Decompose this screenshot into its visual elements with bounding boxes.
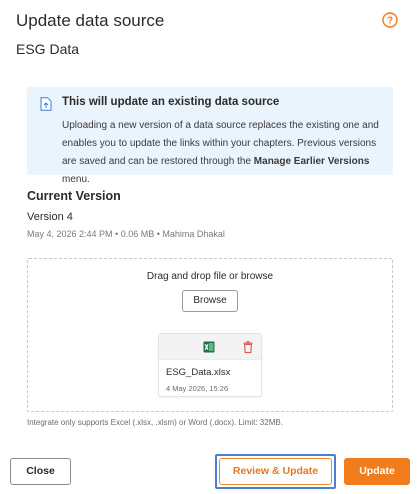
current-version-heading: Current Version (27, 189, 121, 203)
dialog-title: Update data source (16, 11, 165, 30)
delete-icon[interactable] (243, 341, 253, 353)
dialog-subtitle: ESG Data (16, 41, 80, 57)
help-icon[interactable]: ? (382, 12, 398, 28)
file-card: ESG_Data.xlsx 4 May 2026, 15:26 (158, 333, 262, 397)
svg-text:?: ? (387, 16, 393, 27)
version-meta: May 4, 2026 2:44 PM • 0.06 MB • Mahima D… (27, 229, 225, 239)
manage-earlier-versions-label: Manage Earlier Versions (253, 156, 370, 167)
supported-formats-note: Integrate only supports Excel (.xlsx, .x… (27, 418, 283, 427)
dialog-header: Update data source ESG Data (16, 10, 403, 58)
file-name: ESG_Data.xlsx (166, 367, 231, 378)
file-upload-icon (40, 97, 52, 111)
info-text: Uploading a new version of a data source… (62, 117, 390, 189)
file-date: 4 May 2026, 15:26 (166, 384, 229, 393)
review-update-button[interactable]: Review & Update (219, 458, 332, 485)
dropzone-prompt: Drag and drop file or browse (146, 271, 274, 282)
info-title: This will update an existing data source (62, 96, 280, 108)
close-button[interactable]: Close (10, 458, 71, 485)
version-label: Version 4 (27, 211, 73, 223)
info-text-part2: menu. (62, 174, 90, 185)
update-button[interactable]: Update (344, 458, 410, 485)
browse-button[interactable]: Browse (182, 290, 238, 312)
info-banner: This will update an existing data source… (27, 87, 393, 185)
file-dropzone[interactable]: Drag and drop file or browse Browse ESG_… (27, 258, 393, 412)
excel-icon (203, 341, 215, 353)
